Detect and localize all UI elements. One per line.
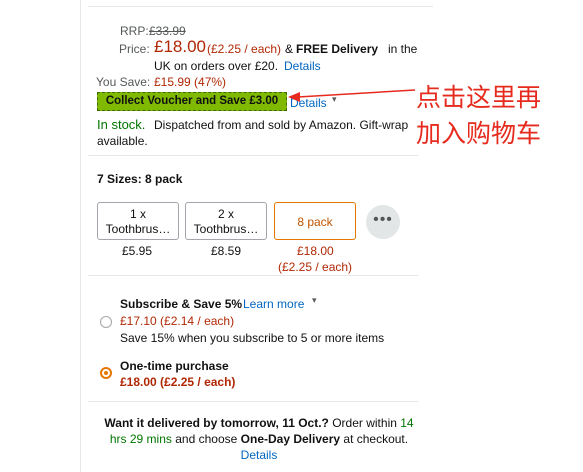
in-stock-status: In stock. <box>97 117 146 132</box>
delivery-at-checkout: at checkout. <box>343 432 409 446</box>
rrp-label: RRP: <box>120 24 149 38</box>
delivery-countdown: 14 <box>400 416 414 430</box>
size-option-price: £18.00 <box>297 244 334 258</box>
subscribe-radio[interactable] <box>100 316 112 328</box>
size-option-price: £8.59 <box>211 244 242 258</box>
sizes-heading: 7 Sizes: 8 pack <box>97 172 183 186</box>
dispatch-text-2: available. <box>97 134 148 148</box>
size-option-price: £5.95 <box>122 244 153 258</box>
subscribe-title: Subscribe & Save 5% <box>120 297 243 311</box>
divider <box>88 275 418 276</box>
chevron-down-icon: ▾ <box>312 295 317 305</box>
size-option-2x[interactable]: 2 x Toothbrus… <box>185 202 267 240</box>
annotation-arrow-icon <box>288 89 416 102</box>
you-save-value: £15.99 (47%) <box>154 75 227 89</box>
delivery-threshold-text: UK on orders over £20. <box>154 59 279 73</box>
ampersand: & <box>285 42 294 56</box>
one-time-title: One-time purchase <box>120 359 229 373</box>
delivery-text-rest: in the <box>388 42 418 56</box>
price-per-each: (£2.25 / each) <box>207 42 282 56</box>
delivery-details-link[interactable]: Details <box>241 448 278 462</box>
size-option-line1: 2 x <box>217 207 234 221</box>
you-save-label: You Save: <box>96 75 151 89</box>
top-divider <box>88 6 433 7</box>
size-option-line2: Toothbrus… <box>105 222 171 236</box>
size-option-line1: 1 x <box>129 207 146 221</box>
one-day-delivery: One-Day Delivery <box>240 432 341 446</box>
size-option-8-pack[interactable]: 8 pack <box>274 202 356 240</box>
free-delivery-text: FREE Delivery <box>296 42 379 56</box>
one-time-price: £18.00 (£2.25 / each) <box>120 375 236 389</box>
buybox-left-border <box>80 0 81 472</box>
divider <box>88 401 418 402</box>
size-option-1x[interactable]: 1 x Toothbrus… <box>97 202 179 240</box>
size-option-per-each: (£2.25 / each) <box>278 260 353 274</box>
price-label: Price: <box>119 42 150 56</box>
price-value: £18.00 <box>154 37 206 56</box>
dispatch-text: Dispatched from and sold by Amazon. Gift… <box>154 118 409 132</box>
delivery-order-within: Order within <box>332 416 397 430</box>
more-sizes-button[interactable]: ••• <box>366 205 400 239</box>
delivery-date: Want it delivered by tomorrow, 11 Oct.? <box>104 416 329 430</box>
divider <box>88 155 418 156</box>
subscribe-note: Save 15% when you subscribe to 5 or more… <box>120 331 385 345</box>
delivery-choose: and choose <box>175 432 238 446</box>
size-option-line2: Toothbrus… <box>193 222 259 236</box>
delivery-details-link[interactable]: Details <box>284 59 321 73</box>
rrp-value: £33.99 <box>149 24 186 38</box>
annotation-text-line1: 点击这里再 <box>416 83 542 112</box>
delivery-countdown-2: hrs 29 mins <box>109 432 172 446</box>
delivery-message: Want it delivered by tomorrow, 11 Oct.? … <box>96 415 422 463</box>
subscribe-price: £17.10 (£2.14 / each) <box>120 314 235 328</box>
collect-voucher-button[interactable]: Collect Voucher and Save £3.00 <box>97 92 287 111</box>
learn-more-link[interactable]: Learn more <box>243 297 304 311</box>
annotation-text-line2: 加入购物车 <box>416 119 542 148</box>
one-time-radio[interactable] <box>100 367 112 379</box>
